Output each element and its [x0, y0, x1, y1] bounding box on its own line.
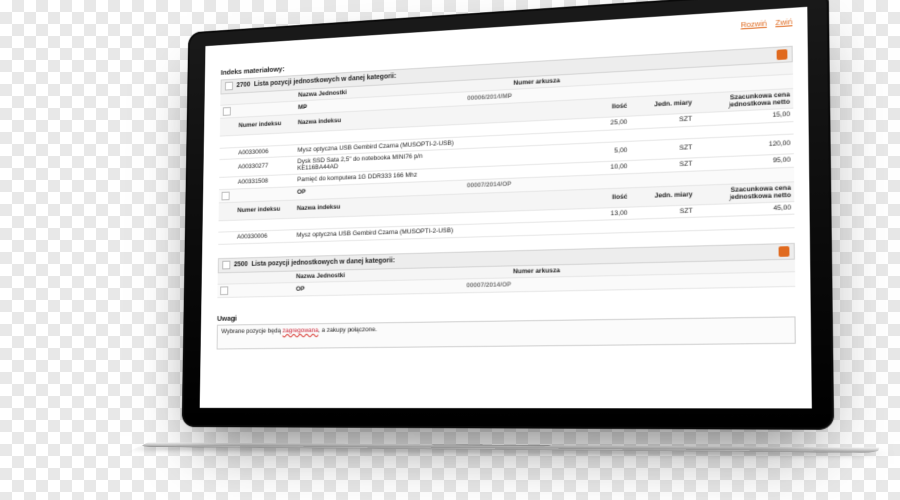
sheet-number: 00006/2014/MP	[467, 90, 563, 102]
sheet-checkbox[interactable]	[223, 107, 231, 116]
col-name: Nazwa indeksu	[298, 111, 464, 126]
cell-price: 120,00	[696, 140, 790, 151]
screen-bezel: Rozwiń Zwiń Indeks materiałowy: 2700 Lis…	[182, 0, 834, 430]
sheet-number: 00007/2014/OP	[467, 179, 564, 190]
cell-index	[238, 139, 294, 142]
category-code: 2700	[236, 81, 250, 89]
sheet-checkbox[interactable]	[222, 191, 230, 200]
col-name: Nazwa indeksu	[297, 199, 463, 212]
col-index: Numer indeksu	[237, 206, 293, 215]
category-title: Lista pozycji jednostkowych w danej kate…	[251, 257, 395, 268]
col-qty: Ilość	[568, 194, 628, 203]
col-sheet-number: Numer arkusza	[513, 64, 789, 87]
category-checkbox[interactable]	[225, 82, 233, 91]
category-2700: 2700 Lista pozycji jednostkowych w danej…	[218, 45, 794, 244]
cell-price: 45,00	[697, 204, 791, 215]
cell-index: A00330277	[238, 162, 294, 171]
cell-index: A00330006	[238, 147, 294, 156]
sheet-code: OP	[296, 282, 463, 293]
col-unit: Jedn. miary	[631, 191, 692, 201]
cell-price: 95,00	[697, 157, 791, 168]
cell-qty: 10,00	[568, 163, 628, 173]
laptop-body: Rozwiń Zwiń Indeks materiałowy: 2700 Lis…	[146, 0, 880, 484]
laptop-notch	[431, 444, 551, 446]
col-unit: Jedn. miary	[631, 100, 692, 110]
remarks-text-pre: Wybrane pozycje będą	[221, 328, 282, 336]
remarks-text-error: zagregowana	[282, 327, 318, 334]
cell-index: A00331508	[238, 177, 294, 186]
cell-unit: SZT	[631, 116, 692, 126]
cell-qty: 13,00	[568, 210, 628, 219]
cell-index	[237, 224, 293, 226]
cell-qty: 25,00	[568, 119, 628, 129]
col-sheet-number: Numer arkusza	[513, 261, 792, 275]
laptop-mockup: Rozwiń Zwiń Indeks materiałowy: 2700 Lis…	[120, 0, 860, 500]
cell-index: A00330006	[237, 232, 293, 241]
collapse-link[interactable]: Zwiń	[775, 17, 792, 27]
collapse-icon[interactable]	[777, 49, 788, 60]
category-checkbox[interactable]	[222, 261, 230, 270]
expand-link[interactable]: Rozwiń	[741, 19, 767, 30]
cell-unit: SZT	[631, 145, 692, 155]
col-price: Szacunkowa cena jednostkowa netto	[696, 91, 790, 111]
cell-unit: SZT	[631, 161, 692, 171]
cell-qty: 5,00	[568, 147, 628, 157]
col-index: Numer indeksu	[239, 120, 295, 130]
app-screen: Rozwiń Zwiń Indeks materiałowy: 2700 Lis…	[200, 7, 812, 409]
sheet-number: 00007/2014/OP	[466, 280, 563, 289]
cell-unit: SZT	[632, 208, 693, 217]
cell-name: Mysz optyczna USB Gembird Czarna (MUSOPT…	[296, 227, 462, 239]
col-price: Szacunkowa cena jednostkowa netto	[697, 184, 791, 202]
category-code: 2500	[234, 261, 248, 269]
remarks-text-post: , a zakupy połączone.	[318, 326, 377, 334]
collapse-icon[interactable]	[779, 246, 790, 257]
sheet-checkbox[interactable]	[220, 286, 228, 295]
cell-name	[297, 219, 463, 224]
col-qty: Ilość	[568, 103, 628, 113]
laptop-base	[139, 442, 880, 453]
cell-price: 15,00	[696, 111, 790, 123]
